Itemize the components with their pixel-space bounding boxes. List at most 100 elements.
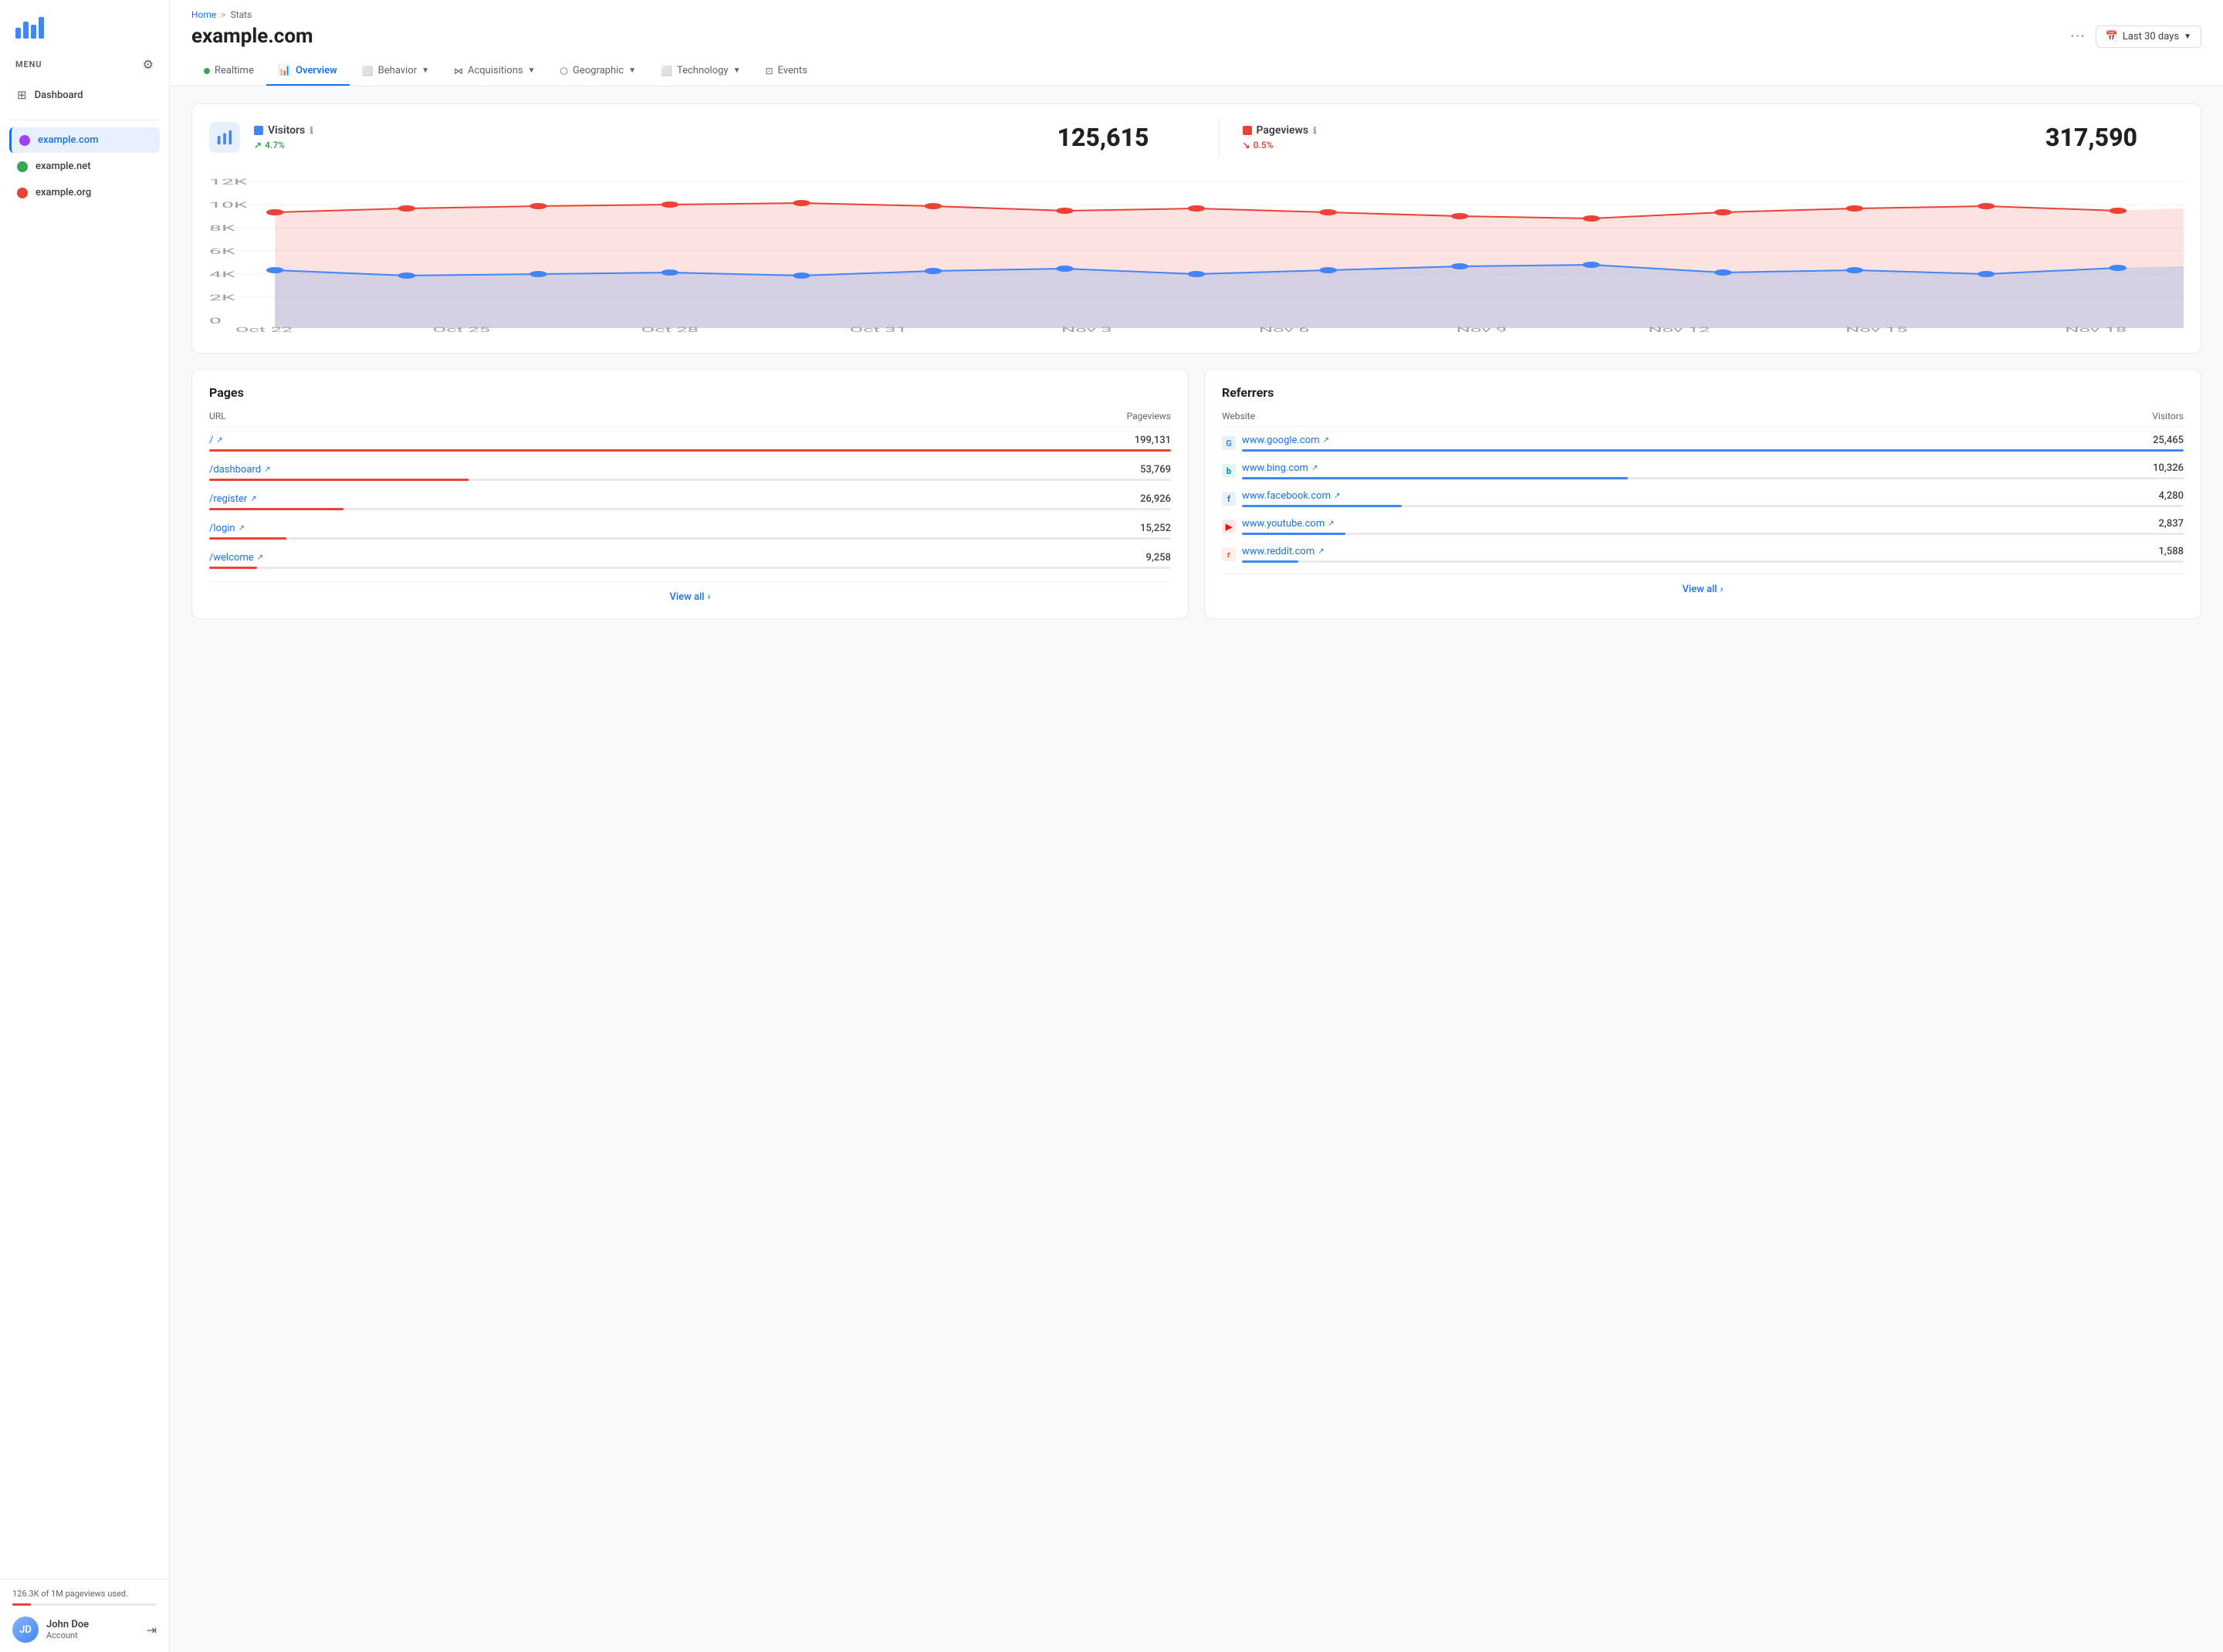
table-row: /dashboard ↗ 53,769 bbox=[209, 464, 1171, 481]
pageviews-dot bbox=[266, 209, 284, 215]
page-url[interactable]: /welcome ↗ bbox=[209, 552, 263, 564]
tab-acquisitions[interactable]: ⋈Acquisitions▼ bbox=[442, 57, 548, 86]
referrer-name[interactable]: www.reddit.com ↗ bbox=[1242, 546, 1325, 557]
referrer-value: 2,837 bbox=[2159, 518, 2184, 530]
content-area: Visitors ℹ ↗ 4.7% 125,615 Pageview bbox=[170, 86, 2223, 636]
referrers-panel-title: Referrers bbox=[1222, 385, 2184, 400]
main-content: Home > Stats example.com ··· 📅 Last 30 d… bbox=[170, 0, 2223, 1652]
visitors-dot bbox=[1582, 262, 1600, 268]
bar-track bbox=[209, 479, 1171, 481]
metric-divider bbox=[1219, 118, 1220, 157]
visitors-dot bbox=[1451, 263, 1469, 269]
pageviews-info-icon: ℹ bbox=[1313, 125, 1317, 136]
more-options-button[interactable]: ··· bbox=[2071, 29, 2086, 45]
top-bar: Home > Stats example.com ··· 📅 Last 30 d… bbox=[170, 0, 2223, 86]
pageviews-dot bbox=[530, 203, 547, 209]
tab-events[interactable]: ⊡Events bbox=[753, 57, 820, 86]
svg-text:Nov 9: Nov 9 bbox=[1457, 326, 1507, 334]
logo-bar-2 bbox=[23, 22, 29, 39]
tab-overview[interactable]: 📊Overview bbox=[266, 57, 350, 86]
tab-label: Technology bbox=[677, 65, 729, 76]
metric-group: Visitors ℹ ↗ 4.7% 125,615 Pageview bbox=[254, 118, 2184, 157]
date-range-button[interactable]: 📅 Last 30 days ▼ bbox=[2096, 25, 2201, 48]
tab-caret: ▼ bbox=[628, 66, 636, 75]
pageviews-dot bbox=[793, 200, 810, 206]
settings-icon[interactable]: ⚙ bbox=[143, 57, 154, 72]
page-url[interactable]: /register ↗ bbox=[209, 493, 257, 505]
pageviews-dot bbox=[2109, 208, 2127, 214]
stats-header: Visitors ℹ ↗ 4.7% 125,615 Pageview bbox=[192, 104, 2201, 166]
tab-label: Realtime bbox=[215, 65, 254, 76]
overview-chart-icon: 📊 bbox=[279, 65, 291, 76]
site-dot bbox=[17, 188, 28, 198]
pageviews-label: Pageviews bbox=[1257, 124, 1309, 137]
page-url[interactable]: / ↗ bbox=[209, 435, 223, 446]
visitors-dot bbox=[398, 273, 415, 279]
avatar-initials: JD bbox=[19, 1624, 32, 1636]
sidebar-footer: 126.3K of 1M pageviews used. JD John Doe… bbox=[0, 1579, 169, 1652]
pages-view-all-button[interactable]: View all › bbox=[669, 591, 710, 603]
ref-top: www.reddit.com ↗ 1,588 bbox=[1242, 546, 2184, 557]
list-item: f www.facebook.com ↗ 4,280 bbox=[1222, 490, 2184, 507]
sidebar-item-examplenet[interactable]: example.net bbox=[9, 154, 160, 179]
tab-realtime[interactable]: Realtime bbox=[191, 57, 266, 86]
referrer-icon: G bbox=[1222, 436, 1236, 450]
user-info: John Doe Account bbox=[46, 1619, 139, 1640]
caret-icon: ▼ bbox=[2184, 32, 2191, 41]
sidebar-item-exampleorg[interactable]: example.org bbox=[9, 180, 160, 205]
page-title-row: example.com ··· 📅 Last 30 days ▼ bbox=[191, 25, 2201, 48]
referrer-name[interactable]: www.youtube.com ↗ bbox=[1242, 518, 1335, 530]
visitors-dot bbox=[530, 271, 547, 277]
geographic-icon: ⬡ bbox=[560, 66, 568, 76]
tab-behavior[interactable]: ⬜Behavior▼ bbox=[350, 57, 442, 86]
bar-fill bbox=[209, 508, 343, 510]
pageviews-change: ↘ 0.5% bbox=[1243, 140, 1397, 151]
svg-text:10K: 10K bbox=[209, 201, 249, 210]
list-item: ▶ www.youtube.com ↗ 2,837 bbox=[1222, 518, 2184, 535]
referrer-name[interactable]: www.google.com ↗ bbox=[1242, 435, 1329, 446]
page-url[interactable]: /dashboard ↗ bbox=[209, 464, 270, 476]
tab-label: Behavior bbox=[378, 65, 417, 76]
page-url[interactable]: /login ↗ bbox=[209, 523, 245, 534]
pageviews-dot bbox=[1451, 213, 1469, 219]
referrers-view-all-arrow: › bbox=[1721, 584, 1724, 595]
acquisitions-icon: ⋈ bbox=[454, 66, 463, 76]
site-name: example.net bbox=[36, 161, 91, 172]
table-row: /login ↗ 15,252 bbox=[209, 523, 1171, 540]
pageviews-dot bbox=[1714, 209, 1732, 215]
pageviews-label-row: Pageviews ℹ bbox=[1243, 124, 1397, 137]
pages-panel-title: Pages bbox=[209, 385, 1171, 400]
user-name: John Doe bbox=[46, 1619, 139, 1630]
ref-details: www.reddit.com ↗ 1,588 bbox=[1242, 546, 2184, 563]
visitors-value: 125,615 bbox=[1057, 123, 1196, 152]
svg-text:6K: 6K bbox=[209, 247, 236, 256]
row-top: /dashboard ↗ 53,769 bbox=[209, 464, 1171, 476]
logout-button[interactable]: ⇥ bbox=[147, 1623, 157, 1637]
visitors-metric: Visitors ℹ ↗ 4.7% bbox=[254, 124, 408, 151]
sidebar-item-examplecom[interactable]: example.com bbox=[9, 127, 160, 153]
tab-technology[interactable]: ⬜Technology▼ bbox=[648, 57, 753, 86]
page-value: 26,926 bbox=[1140, 493, 1171, 505]
bar-track bbox=[1242, 477, 2184, 479]
breadcrumb-home[interactable]: Home bbox=[191, 9, 216, 20]
row-top: / ↗ 199,131 bbox=[209, 435, 1171, 446]
realtime-dot bbox=[204, 68, 210, 74]
bar-fill bbox=[1242, 505, 1402, 507]
pageviews-dot bbox=[661, 201, 678, 208]
visitors-change-value: 4.7% bbox=[265, 140, 285, 151]
sites-list: example.com example.net example.org bbox=[0, 127, 169, 206]
referrer-name[interactable]: www.facebook.com ↗ bbox=[1242, 490, 1340, 502]
svg-text:Oct 28: Oct 28 bbox=[641, 326, 699, 334]
logo-icon bbox=[15, 14, 44, 39]
referrer-name[interactable]: www.bing.com ↗ bbox=[1242, 462, 1318, 474]
sidebar-item-dashboard[interactable]: ⊞ Dashboard bbox=[9, 81, 160, 109]
referrer-icon: b bbox=[1222, 464, 1236, 478]
referrers-view-all-button[interactable]: View all › bbox=[1682, 584, 1723, 595]
pageviews-dot bbox=[1319, 209, 1337, 215]
user-role: Account bbox=[46, 1630, 139, 1640]
sidebar-nav: ⊞ Dashboard bbox=[0, 78, 169, 113]
referrer-icon: f bbox=[1222, 492, 1236, 506]
svg-text:2K: 2K bbox=[209, 293, 236, 303]
bar-track bbox=[209, 449, 1171, 452]
tab-geographic[interactable]: ⬡Geographic▼ bbox=[548, 57, 649, 86]
